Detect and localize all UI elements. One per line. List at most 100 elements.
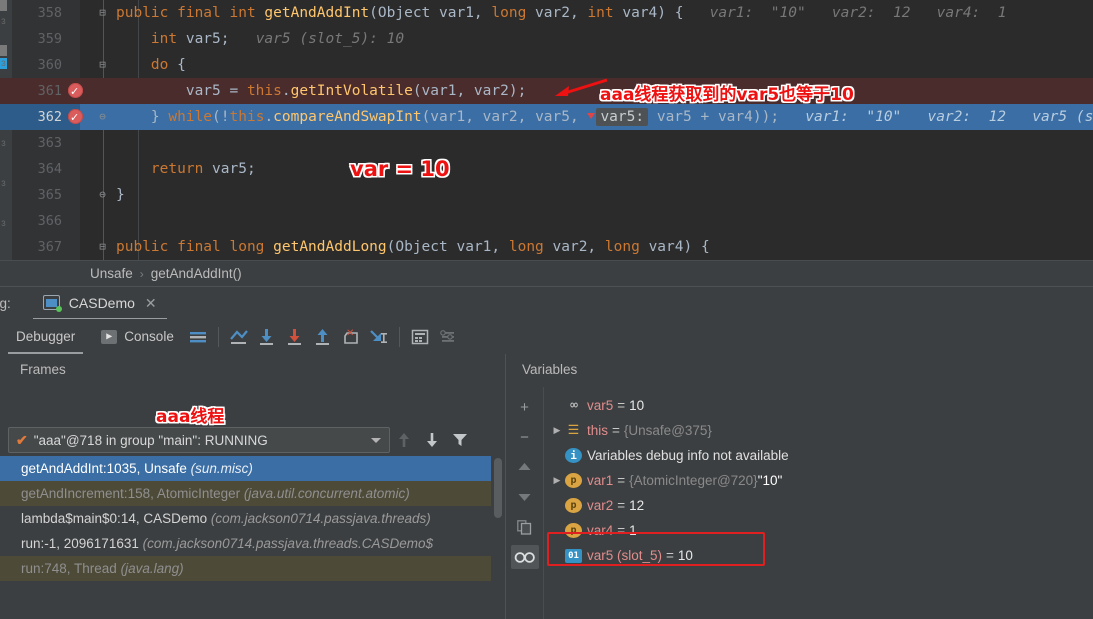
code-fold-icon[interactable]: ⊟ (96, 6, 109, 19)
code-text: public final long getAndAddLong(Object v… (116, 239, 710, 255)
variables-list[interactable]: ∞ var5 = 10 ▶ ☰ this = {Unsafe@375} i Variables de… (545, 393, 1093, 568)
variable-equals: = (612, 423, 620, 438)
frames-filter-button[interactable] (446, 427, 474, 453)
oo-variable-icon: ∞ (570, 398, 578, 413)
copy-value-button[interactable] (511, 515, 539, 539)
chevron-down-icon[interactable] (371, 438, 381, 443)
show-execution-point-button[interactable] (225, 323, 253, 351)
run-to-cursor-button[interactable] (365, 323, 393, 351)
variable-name: var2 (587, 498, 614, 513)
obj-variable-icon: ☰ (565, 423, 582, 438)
code-editor: 3 3 3 3 3 3 358⊟public final int getAndA… (0, 0, 1093, 286)
frame-location: getAndIncrement:158, AtomicInteger (21, 486, 244, 501)
step-into-button[interactable] (281, 323, 309, 351)
watch-down-button[interactable] (511, 485, 539, 509)
frame-list-item[interactable]: run:748, Thread (java.lang) (0, 556, 491, 581)
variable-value: 10 (629, 398, 645, 413)
variable-row[interactable]: i Variables debug info not available (545, 443, 1093, 468)
frames-down-button[interactable] (418, 427, 446, 453)
code-fold-icon[interactable]: ⊟ (96, 240, 109, 253)
line-number: 365 (37, 187, 62, 203)
drop-frame-button[interactable]: ✕ (337, 323, 365, 351)
code-line[interactable]: 359 int var5; var5 (slot_5): 10 (0, 26, 1093, 52)
line-number: 367 (37, 239, 62, 255)
expand-arrow-icon[interactable]: ▶ (549, 468, 565, 493)
frames-panel-header: Frames (20, 362, 66, 377)
frame-list-item[interactable]: getAndIncrement:158, AtomicInteger (java… (0, 481, 491, 506)
frame-list-item[interactable]: run:-1, 2096171631 (com.jackson0714.pass… (0, 531, 491, 556)
variable-value: 1 (629, 523, 637, 538)
tab-debugger-label: Debugger (16, 329, 76, 344)
tab-console-label: Console (124, 329, 174, 344)
variable-row[interactable]: ∞ var5 = 10 (545, 393, 1093, 418)
frames-list[interactable]: getAndAddInt:1035, Unsafe (sun.misc) getA… (0, 456, 491, 596)
code-fold-icon[interactable]: ⊖ (96, 110, 109, 123)
variable-row[interactable]: 01 var5 (slot_5) = 10 (545, 543, 1093, 568)
close-icon[interactable]: ✕ (145, 295, 157, 312)
code-line[interactable]: 360 ⊟ do { (0, 52, 1093, 78)
thread-combobox[interactable]: ✔ "aaa"@718 in group "main": RUNNING (8, 427, 390, 453)
watches-toggle-button[interactable] (510, 545, 539, 569)
evaluate-expression-button[interactable] (406, 323, 434, 351)
step-out-button[interactable] (309, 323, 337, 351)
info-variable-icon: i (565, 448, 582, 463)
run-configuration-tab[interactable]: CASDemo ✕ (32, 287, 167, 320)
remove-watch-button[interactable]: − (511, 425, 539, 449)
watch-up-button[interactable] (511, 455, 539, 479)
code-line[interactable]: 363 (0, 130, 1093, 156)
frames-up-button[interactable] (390, 427, 418, 453)
variable-equals: = (666, 548, 674, 563)
svg-text:✕: ✕ (346, 328, 354, 339)
variable-object-ref: {Unsafe@375} (623, 423, 712, 438)
run-config-icon (42, 294, 62, 312)
debug-tool-window-header: ug: CASDemo ✕ (0, 286, 1093, 320)
variable-row[interactable]: ▶ p var1 = {AtomicInteger@720} "10" (545, 468, 1093, 493)
code-line[interactable]: 361 var5 = this.getIntVolatile(var1, var… (0, 78, 1093, 105)
variable-value: 10 (677, 548, 693, 563)
code-line[interactable]: 366 (0, 208, 1093, 234)
code-line[interactable]: 364 return var5; (0, 156, 1093, 182)
frame-location: lambda$main$0:14, CASDemo (21, 511, 211, 526)
variable-row[interactable]: p var4 = 1 (545, 518, 1093, 543)
breadcrumb-method[interactable]: getAndAddInt() (151, 266, 242, 281)
frames-scrollbar-thumb[interactable] (494, 458, 502, 518)
line-number: 358 (37, 5, 62, 21)
variable-name: var4 (587, 523, 614, 538)
frame-list-item[interactable]: getAndAddInt:1035, Unsafe (sun.misc) (0, 456, 491, 481)
line-number: 364 (37, 161, 62, 177)
code-fold-icon[interactable]: ⊟ (96, 58, 109, 71)
mute-breakpoints-button[interactable] (434, 323, 462, 351)
code-text: int var5; var5 (slot_5): 10 (150, 31, 405, 47)
frame-list-item[interactable]: lambda$main$0:14, CASDemo (com.jackson07… (0, 506, 491, 531)
frame-location: getAndAddInt:1035, Unsafe (21, 461, 191, 476)
frame-package: (java.lang) (120, 561, 184, 576)
variable-name: this (587, 423, 609, 438)
code-line[interactable]: 358 ⊟ public final int getAndAddInt(Object… (0, 0, 1093, 26)
expand-arrow-icon[interactable]: ▶ (549, 418, 565, 443)
panel-headers: Frames Variables (0, 354, 1093, 387)
code-line[interactable]: 367 ⊟ public final long getAndAddLong(Obje… (0, 234, 1093, 260)
variable-name: var5 (587, 398, 614, 413)
layout-settings-button[interactable] (184, 323, 212, 351)
frames-scrollbar[interactable] (491, 456, 505, 596)
variable-equals: = (617, 473, 626, 488)
breadcrumb[interactable]: Unsafe › getAndAddInt() (0, 260, 1093, 286)
breakpoint-icon[interactable] (68, 105, 83, 131)
code-line-container[interactable]: 358 ⊟ public final int getAndAddInt(Object… (0, 0, 1093, 281)
step-over-button[interactable] (253, 323, 281, 351)
code-text: public final int getAndAddInt(Object var… (116, 5, 1007, 21)
code-fold-icon[interactable]: ⊖ (96, 188, 109, 201)
tab-debugger[interactable]: Debugger (0, 319, 91, 354)
debugger-toolbar: Debugger ▶ Console ✕ (0, 319, 1093, 354)
frame-location: run:748, Thread (21, 561, 121, 576)
variable-string-value: "10" (757, 473, 783, 488)
code-line[interactable]: 365 ⊖} (0, 182, 1093, 208)
tab-console[interactable]: ▶ Console (91, 319, 184, 354)
breadcrumb-class[interactable]: Unsafe (90, 266, 133, 281)
01-variable-icon: 01 (565, 548, 582, 563)
code-line[interactable]: 362 ⊖ } while(!this.compareAndSwapInt(var… (0, 104, 1093, 131)
add-watch-button[interactable]: + (511, 395, 539, 419)
variable-row[interactable]: ▶ ☰ this = {Unsafe@375} (545, 418, 1093, 443)
variable-row[interactable]: p var2 = 12 (545, 493, 1093, 518)
breakpoint-icon[interactable] (68, 79, 83, 105)
